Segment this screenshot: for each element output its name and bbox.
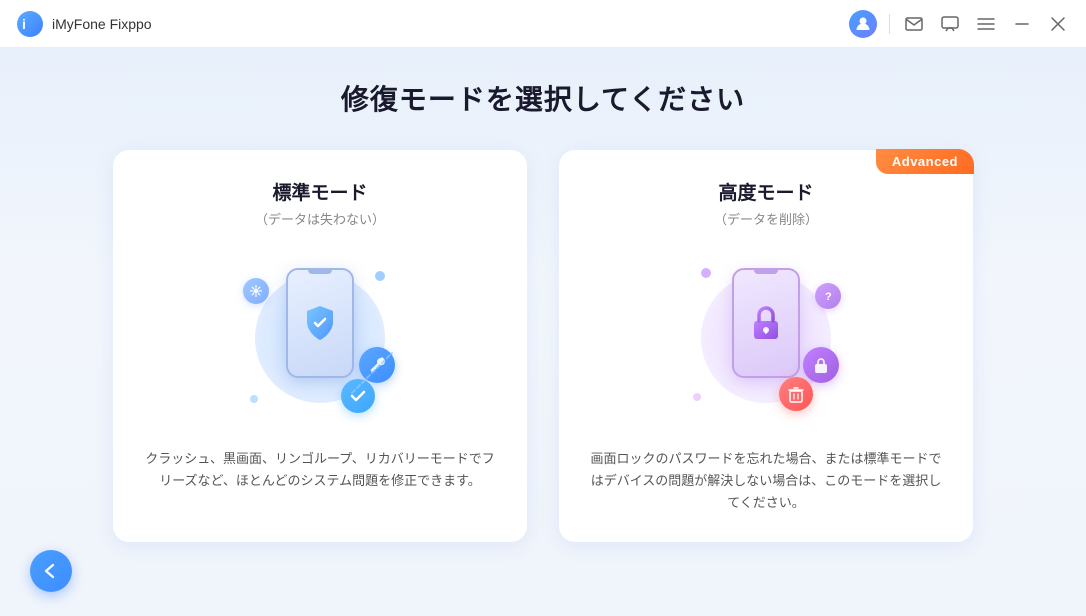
float-question-icon: ? (815, 283, 841, 309)
phone-notch-standard (308, 269, 332, 274)
float-dot3 (701, 268, 711, 278)
svg-text:?: ? (825, 291, 832, 303)
phone-body-standard (286, 268, 354, 378)
user-icon[interactable] (849, 10, 877, 38)
advanced-illustration: ? (676, 248, 856, 428)
page-title: 修復モードを選択してください (341, 78, 745, 118)
titlebar-divider (889, 14, 890, 34)
back-button[interactable] (30, 550, 72, 592)
standard-phone (235, 253, 405, 423)
float-dot4 (693, 393, 701, 401)
close-button[interactable] (1046, 12, 1070, 36)
phone-notch-advanced (754, 269, 778, 274)
titlebar-left: i iMyFone Fixppo (16, 10, 152, 38)
mail-button[interactable] (902, 12, 926, 36)
app-title: iMyFone Fixppo (52, 16, 152, 32)
svg-text:i: i (22, 16, 26, 32)
float-dot1 (375, 271, 385, 281)
cards-container: 標準モード （データは失わない） (113, 150, 973, 542)
float-dot2 (250, 395, 258, 403)
standard-mode-title: 標準モード (272, 178, 367, 205)
float-gear-icon (243, 278, 269, 304)
shield-wrench-icon (299, 302, 341, 344)
dashed-curve-icon (347, 348, 397, 398)
standard-mode-card[interactable]: 標準モード （データは失わない） (113, 150, 527, 542)
phone-body-advanced (732, 268, 800, 378)
standard-illustration (230, 248, 410, 428)
standard-mode-subtitle: （データは失わない） (255, 209, 385, 228)
float-lock-icon (803, 347, 839, 383)
advanced-mode-card[interactable]: Advanced 高度モード （データを削除） (559, 150, 973, 542)
standard-mode-description: クラッシュ、黒画面、リンゴループ、リカバリーモードでフリーズなど、ほとんどのシス… (143, 448, 497, 492)
advanced-mode-title: 高度モード (718, 178, 813, 205)
advanced-mode-description: 画面ロックのパスワードを忘れた場合、または標準モードではデバイスの問題が解決しな… (589, 448, 943, 514)
advanced-badge: Advanced (876, 149, 974, 174)
app-logo-icon: i (16, 10, 44, 38)
minimize-button[interactable] (1010, 12, 1034, 36)
advanced-phone: ? (681, 253, 851, 423)
chat-button[interactable] (938, 12, 962, 36)
titlebar: i iMyFone Fixppo (0, 0, 1086, 48)
titlebar-right (849, 10, 1070, 38)
advanced-mode-subtitle: （データを削除） (714, 209, 818, 228)
menu-button[interactable] (974, 12, 998, 36)
lock-icon (746, 302, 786, 344)
float-trash-icon (779, 377, 813, 411)
main-content: 修復モードを選択してください 標準モード （データは失わない） (0, 48, 1086, 616)
